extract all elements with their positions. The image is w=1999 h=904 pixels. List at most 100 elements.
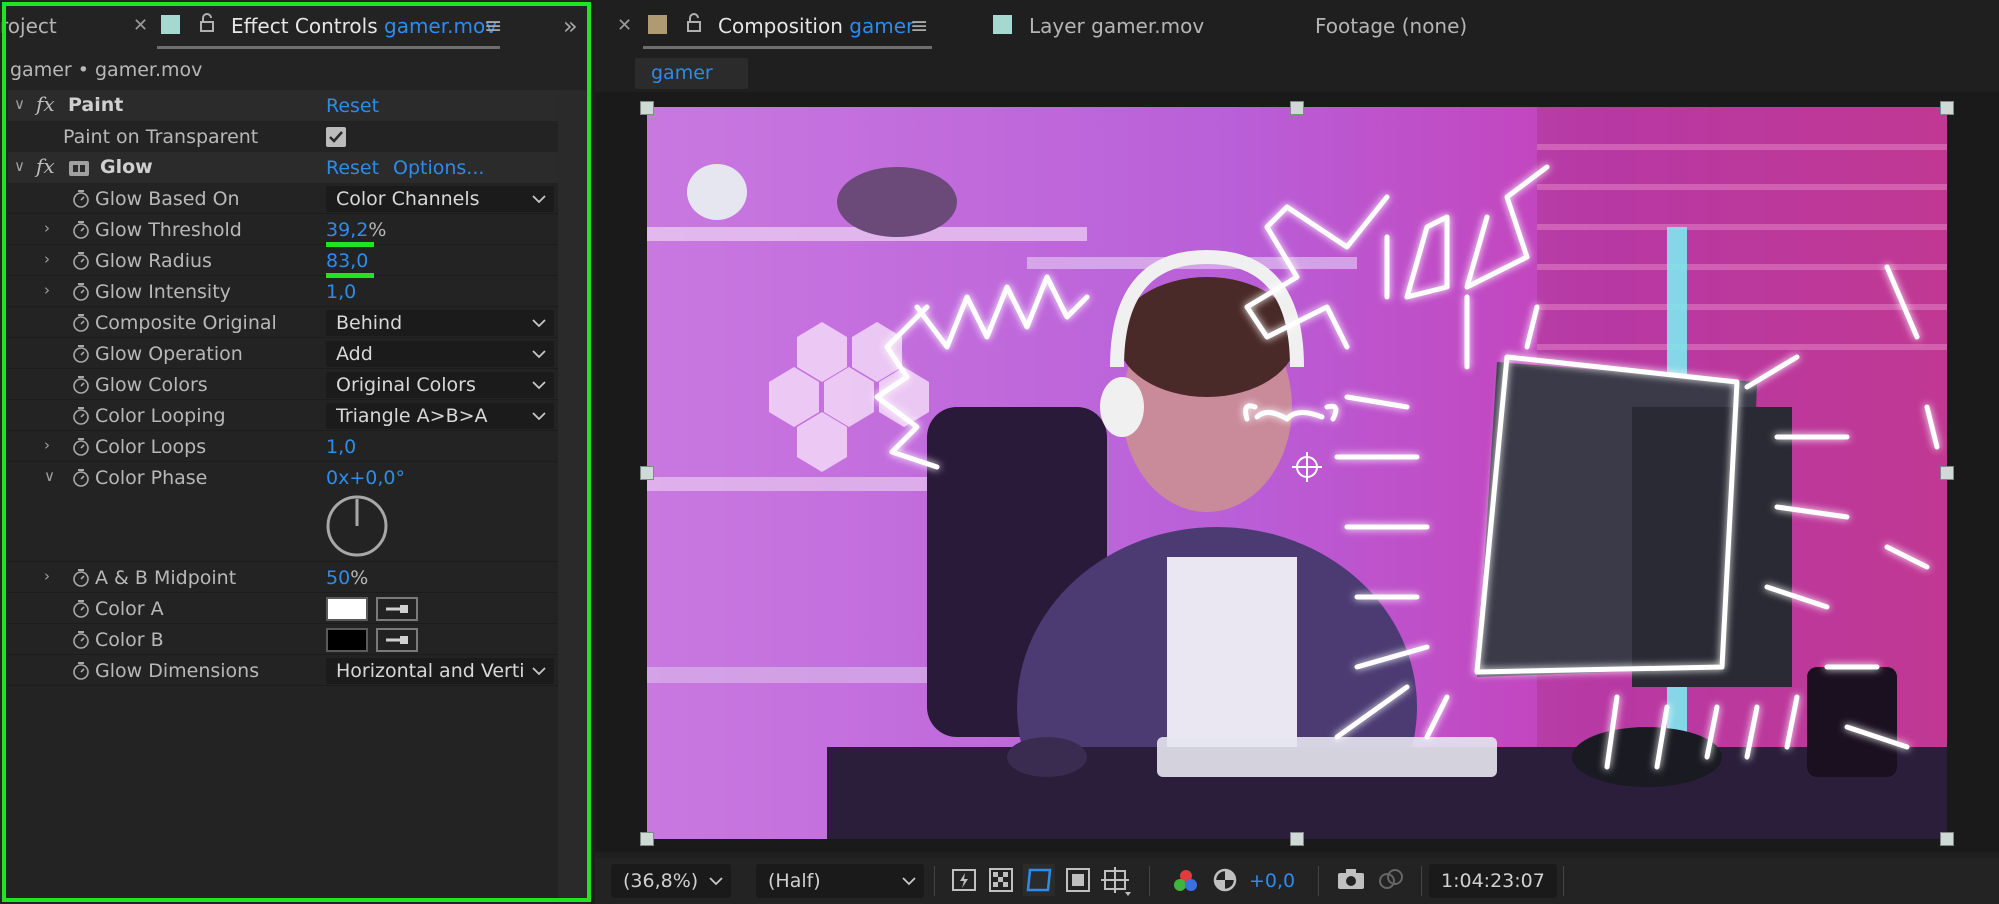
angle-dial[interactable] [325, 494, 389, 563]
active-tab-indicator [157, 46, 500, 49]
stopwatch-icon[interactable] [72, 251, 90, 276]
glow-options-link[interactable]: Options... [393, 157, 484, 179]
layer-handle[interactable] [1940, 101, 1954, 115]
glow-threshold-value[interactable]: 39,2% [326, 219, 386, 241]
fx-icon[interactable]: fx [36, 154, 55, 178]
color-looping-dropdown[interactable]: Triangle A>B>A [326, 403, 554, 429]
tab-composition-target: gamer [849, 14, 915, 38]
color-a-swatch[interactable] [326, 597, 368, 621]
exposure-value[interactable]: +0,0 [1249, 870, 1295, 892]
layer-handle[interactable] [1940, 832, 1954, 846]
chevron-down-icon[interactable]: ∨ [14, 95, 25, 113]
current-time-display[interactable]: 1:04:23:07 [1429, 864, 1557, 898]
chevron-right-icon[interactable]: › [44, 436, 50, 454]
magnification-dropdown[interactable]: (36,8%) [611, 864, 731, 898]
expand-panels-icon[interactable]: » [563, 12, 578, 40]
resolution-dropdown[interactable]: (Half) [756, 864, 924, 898]
composite-original-dropdown[interactable]: Behind [326, 310, 554, 336]
composition-canvas[interactable] [647, 107, 1947, 839]
paint-on-transparent-checkbox[interactable] [326, 127, 346, 147]
lock-icon[interactable] [686, 13, 702, 38]
glow-based-on-dropdown[interactable]: Color Channels [326, 186, 554, 212]
stopwatch-icon[interactable] [72, 568, 90, 593]
glow-intensity-label: Glow Intensity [95, 281, 231, 303]
toolbar-divider [934, 866, 935, 896]
tab-footage[interactable]: Footage (none) [1315, 14, 1467, 38]
stopwatch-icon[interactable] [72, 220, 90, 245]
tab-layer[interactable]: Layer gamer.mov [1029, 14, 1204, 38]
layer-handle[interactable] [1940, 466, 1954, 480]
ab-midpoint-number: 50 [326, 567, 351, 589]
glow-reset-link[interactable]: Reset [326, 157, 379, 179]
timecode-value: 1:04:23:07 [1441, 870, 1545, 892]
paint-effect-header[interactable]: ∨ fx Paint Reset [8, 90, 558, 121]
chevron-down-icon[interactable]: ∨ [44, 467, 55, 485]
glow-threshold-unit: % [368, 219, 387, 241]
panel-menu-icon[interactable]: ≡ [484, 14, 502, 39]
color-b-swatch[interactable] [326, 628, 368, 652]
color-phase-value[interactable]: 0x+0,0° [326, 467, 405, 489]
comp-breadcrumb[interactable]: gamer [635, 58, 748, 89]
effect-label-swatch [161, 15, 180, 34]
chevron-down-icon[interactable]: ∨ [14, 157, 25, 175]
glow-operation-dropdown[interactable]: Add [326, 341, 554, 367]
color-b-row: Color B [8, 624, 558, 655]
glow-dimensions-dropdown[interactable]: Horizontal and Verti [326, 658, 554, 684]
eyedropper-icon[interactable] [376, 628, 418, 652]
fx-icon[interactable]: fx [36, 92, 55, 116]
stopwatch-icon[interactable] [72, 313, 90, 338]
close-icon[interactable]: ✕ [617, 15, 632, 36]
lock-icon[interactable] [199, 13, 215, 38]
exposure-reset-icon[interactable] [1212, 867, 1238, 898]
stopwatch-icon[interactable] [72, 375, 90, 400]
glow-colors-dropdown[interactable]: Original Colors [326, 372, 554, 398]
panel-scrollbar[interactable] [558, 90, 588, 900]
tab-project[interactable]: roject [0, 14, 57, 38]
mask-path-visibility-icon[interactable] [1023, 864, 1055, 901]
chevron-down-icon [709, 877, 723, 886]
stopwatch-icon[interactable] [72, 661, 90, 686]
glow-threshold-label: Glow Threshold [95, 219, 242, 241]
stopwatch-icon[interactable] [72, 282, 90, 307]
camera-icon[interactable] [1337, 867, 1365, 896]
panel-menu-icon[interactable]: ≡ [910, 14, 928, 39]
layer-handle[interactable] [1290, 832, 1304, 846]
tab-composition-label: Composition [718, 14, 843, 38]
stopwatch-icon[interactable] [72, 344, 90, 369]
close-icon[interactable]: ✕ [133, 15, 148, 36]
ab-midpoint-value[interactable]: 50% [326, 567, 368, 589]
transparency-grid-icon[interactable] [988, 867, 1014, 898]
stopwatch-icon[interactable] [72, 468, 90, 493]
tab-composition[interactable]: Composition gamer [718, 14, 914, 38]
color-loops-value[interactable]: 1,0 [326, 436, 356, 458]
glow-radius-value[interactable]: 83,0 [326, 250, 368, 272]
show-snapshot-icon[interactable] [1377, 867, 1405, 896]
glow-operation-row: Glow Operation Add [8, 338, 558, 369]
grid-guides-icon[interactable] [1101, 867, 1135, 902]
tab-effect-controls[interactable]: Effect Controls gamer.mov [231, 14, 497, 38]
layer-handle[interactable] [640, 832, 654, 846]
stopwatch-icon[interactable] [72, 406, 90, 431]
chevron-down-icon [532, 319, 546, 328]
toolbar-divider [1149, 866, 1150, 896]
composite-original-row: Composite Original Behind [8, 307, 558, 338]
stopwatch-icon[interactable] [72, 630, 90, 655]
paint-on-transparent-row: Paint on Transparent [8, 121, 558, 152]
region-of-interest-icon[interactable] [1065, 867, 1091, 898]
chevron-right-icon[interactable]: › [44, 281, 50, 299]
paint-reset-link[interactable]: Reset [326, 95, 379, 117]
channel-rgb-icon[interactable] [1171, 867, 1201, 902]
chevron-right-icon[interactable]: › [44, 250, 50, 268]
layer-handle[interactable] [640, 466, 654, 480]
eyedropper-icon[interactable] [376, 597, 418, 621]
stopwatch-icon[interactable] [72, 189, 90, 214]
glow-effect-header[interactable]: ∨ fx Glow Reset Options... [8, 152, 558, 183]
stopwatch-icon[interactable] [72, 437, 90, 462]
stopwatch-icon[interactable] [72, 599, 90, 624]
layer-handle[interactable] [1290, 101, 1304, 115]
fast-previews-icon[interactable] [951, 867, 977, 898]
layer-handle[interactable] [640, 101, 654, 115]
chevron-right-icon[interactable]: › [44, 567, 50, 585]
chevron-right-icon[interactable]: › [44, 219, 50, 237]
glow-intensity-value[interactable]: 1,0 [326, 281, 356, 303]
